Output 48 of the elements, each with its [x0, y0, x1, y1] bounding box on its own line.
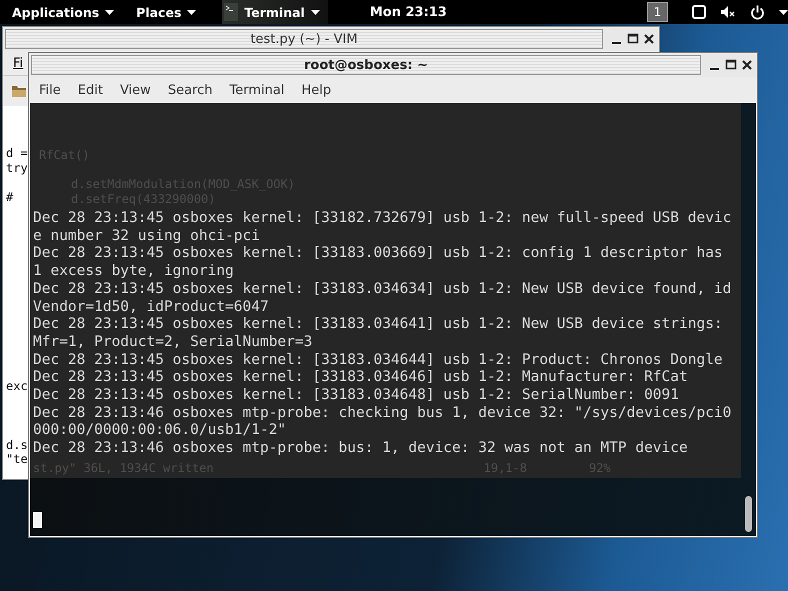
- window-icon[interactable]: [692, 5, 706, 19]
- caret-icon: [310, 10, 320, 14]
- terminal-output-line: Dec 28 23:13:45 osboxes kernel: [33183.003669] usb 1-2: config 1 descriptor has: [33, 245, 724, 264]
- menu-item[interactable]: Search: [168, 82, 212, 98]
- menu-item[interactable]: View: [120, 82, 151, 98]
- close-icon[interactable]: [643, 33, 655, 45]
- menu-item[interactable]: Terminal: [229, 82, 284, 98]
- caret-icon: [779, 10, 788, 14]
- menu-item[interactable]: File: [39, 82, 61, 98]
- code-line: exc: [6, 379, 28, 394]
- terminal-output-line: Dec 28 23:13:45 osboxes kernel: [33183.034648] usb 1-2: SerialNumber: 0091: [33, 387, 680, 405]
- code-line: #: [6, 190, 14, 204]
- terminal-output-line: Vendor=1d50, idProduct=6047: [33, 298, 270, 316]
- clock[interactable]: Mon 23:13: [370, 4, 447, 20]
- workspace-indicator[interactable]: 1: [646, 2, 668, 22]
- top-menu[interactable]: Places: [136, 0, 196, 24]
- window-title: test.py (~) - VIM: [250, 32, 358, 46]
- terminal-output-line: Dec 28 23:13:45 osboxes kernel: [33183.034641] usb 1-2: New USB device strings:: [33, 316, 724, 334]
- window-title: root@osboxes: ~: [304, 58, 428, 72]
- terminal-output-line: Mfr=1, Product=2, SerialNumber=3: [33, 334, 314, 352]
- power-icon[interactable]: [750, 4, 765, 20]
- maximize-icon[interactable]: [627, 33, 639, 45]
- menu-item[interactable]: Help: [301, 82, 332, 98]
- folder-icon[interactable]: [11, 84, 27, 98]
- code-line: try: [6, 160, 28, 176]
- terminal-output-line: 1 excess byte, ignoring: [33, 263, 235, 281]
- menu-item[interactable]: Edit: [78, 82, 103, 98]
- code-line: "te: [6, 452, 28, 467]
- caret-icon: [187, 10, 196, 14]
- close-icon[interactable]: [741, 59, 753, 71]
- top-menu[interactable]: Applications: [12, 0, 114, 24]
- terminal-output-line: e number 32 using ohci-pci: [33, 228, 261, 246]
- code-line: d.s: [6, 438, 28, 452]
- scrollbar-thumb[interactable]: [745, 496, 752, 532]
- terminal-output-line: Dec 28 23:13:45 osboxes kernel: [33182.732679] usb 1-2: new full-speed USB devic: [33, 210, 732, 228]
- maximize-icon[interactable]: [725, 59, 737, 71]
- volume-muted-icon[interactable]: [720, 5, 736, 19]
- code-line: d =: [6, 146, 28, 161]
- terminal-output-line: Dec 28 23:13:45 osboxes kernel: [33183.034646] usb 1-2: Manufacturer: RfCat: [33, 369, 689, 388]
- terminal-output-line: Dec 28 23:13:46 osboxes mtp-probe: bus: 1, device: 32 was not an MTP device: [33, 440, 689, 458]
- terminal-output-line: Dec 28 23:13:45 osboxes kernel: [33183.034634] usb 1-2: New USB device found, id: [33, 280, 732, 299]
- terminal-output-line: 000:00/0000:00:06.0/usb1/1-2": [33, 422, 288, 440]
- caret-icon: [105, 10, 114, 14]
- terminal-output-line: Dec 28 23:13:45 osboxes kernel: [33183.034644] usb 1-2: Product: Chronos Dongle: [33, 352, 724, 370]
- terminal-icon: [224, 3, 238, 21]
- terminal-output-line: Dec 28 23:13:46 osboxes mtp-probe: checking bus 1, device 32: "/sys/devices/pci0: [33, 404, 732, 422]
- app-menu[interactable]: Terminal: [222, 0, 328, 24]
- menu-item[interactable]: Fi: [13, 56, 24, 70]
